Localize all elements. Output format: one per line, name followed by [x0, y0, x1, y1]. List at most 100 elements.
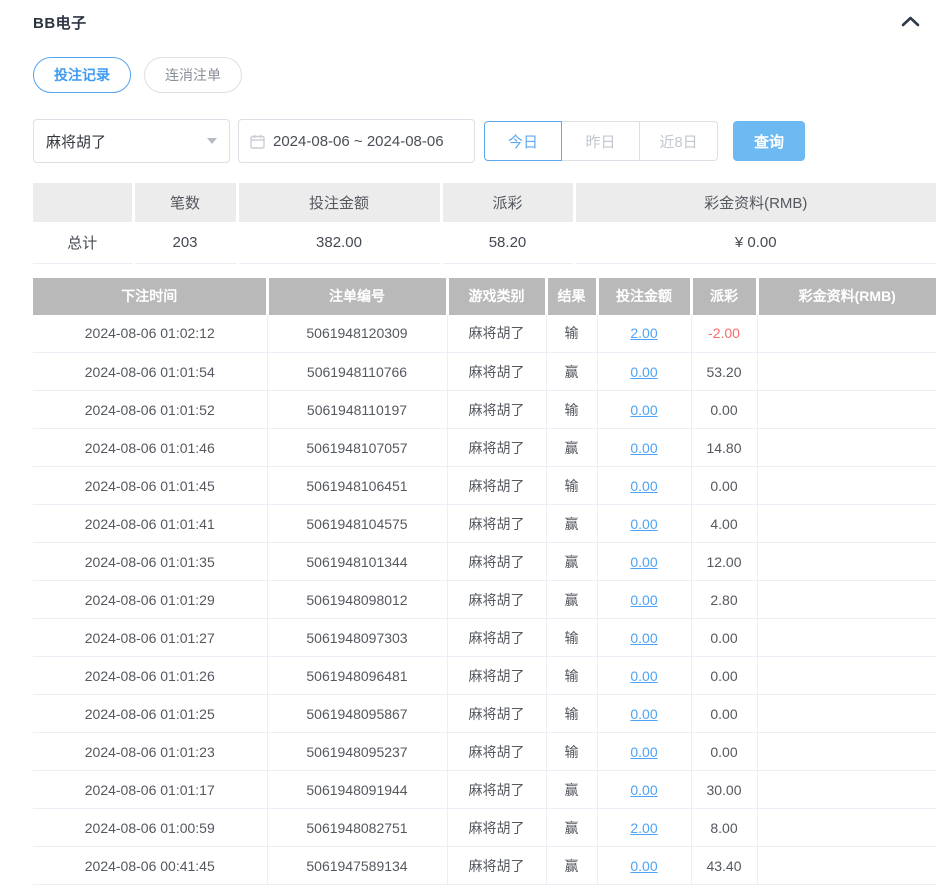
total-bet-amount: 382.00	[237, 222, 441, 263]
result-cell: 输	[546, 619, 597, 657]
table-row: 2024-08-06 01:00:595061948082751麻将胡了赢2.0…	[33, 809, 936, 847]
bb-electronic-panel: BB电子 投注记录 连消注单 麻将胡了 2024-08-06 ~ 2024-08…	[0, 0, 936, 885]
result-cell: 输	[546, 657, 597, 695]
bet-time-cell: 2024-08-06 01:01:27	[33, 619, 267, 657]
table-row: 2024-08-06 01:01:175061948091944麻将胡了赢0.0…	[33, 771, 936, 809]
bonus-cell	[757, 809, 936, 847]
game-type-cell: 麻将胡了	[447, 429, 546, 467]
header-order-no: 注单编号	[267, 278, 447, 315]
result-cell: 赢	[546, 847, 597, 885]
bonus-cell	[757, 619, 936, 657]
bet-time-cell: 2024-08-06 01:01:23	[33, 733, 267, 771]
bet-amount-link[interactable]: 0.00	[630, 440, 657, 456]
bet-amount-link[interactable]: 0.00	[630, 516, 657, 532]
summary-header-bonus: 彩金资料(RMB)	[574, 183, 936, 222]
bet-amount-cell: 0.00	[597, 467, 691, 505]
bet-amount-link[interactable]: 2.00	[630, 325, 657, 341]
records-tbody: 2024-08-06 01:02:125061948120309麻将胡了输2.0…	[33, 315, 936, 885]
game-type-cell: 麻将胡了	[447, 391, 546, 429]
bet-amount-link[interactable]: 0.00	[630, 744, 657, 760]
total-bonus: ¥ 0.00	[574, 222, 936, 263]
table-row: 2024-08-06 01:01:275061948097303麻将胡了输0.0…	[33, 619, 936, 657]
bet-amount-link[interactable]: 0.00	[630, 782, 657, 798]
order-no-cell: 5061948091944	[267, 771, 447, 809]
bonus-cell	[757, 695, 936, 733]
bet-time-cell: 2024-08-06 01:02:12	[33, 315, 267, 353]
bonus-cell	[757, 429, 936, 467]
bonus-cell	[757, 733, 936, 771]
payout-cell: 43.40	[691, 847, 757, 885]
order-no-cell: 5061948106451	[267, 467, 447, 505]
quick-date-group: 今日 昨日 近8日	[484, 121, 718, 161]
result-cell: 赢	[546, 581, 597, 619]
quick-last8days-button[interactable]: 近8日	[640, 121, 718, 161]
bet-time-cell: 2024-08-06 01:01:46	[33, 429, 267, 467]
quick-today-button[interactable]: 今日	[484, 121, 562, 161]
records-table: 下注时间 注单编号 游戏类别 结果 投注金额 派彩 彩金资料(RMB) 2024…	[33, 278, 936, 885]
bet-amount-link[interactable]: 0.00	[630, 858, 657, 874]
payout-cell: 2.80	[691, 581, 757, 619]
bet-amount-link[interactable]: 0.00	[630, 478, 657, 494]
payout-cell: 0.00	[691, 657, 757, 695]
bet-amount-cell: 0.00	[597, 657, 691, 695]
order-no-cell: 5061948110197	[267, 391, 447, 429]
table-row: 2024-08-06 01:01:265061948096481麻将胡了输0.0…	[33, 657, 936, 695]
payout-cell: -2.00	[691, 315, 757, 353]
summary-total-row: 总计 203 382.00 58.20 ¥ 0.00	[33, 222, 936, 263]
game-type-cell: 麻将胡了	[447, 695, 546, 733]
game-type-cell: 麻将胡了	[447, 847, 546, 885]
bet-amount-cell: 0.00	[597, 505, 691, 543]
payout-cell: 12.00	[691, 543, 757, 581]
game-type-cell: 麻将胡了	[447, 315, 546, 353]
tab-bar: 投注记录 连消注单	[33, 57, 936, 93]
bet-amount-cell: 2.00	[597, 315, 691, 353]
bet-amount-link[interactable]: 0.00	[630, 554, 657, 570]
bet-amount-link[interactable]: 0.00	[630, 364, 657, 380]
bet-amount-cell: 0.00	[597, 429, 691, 467]
date-range-value: 2024-08-06 ~ 2024-08-06	[273, 133, 444, 150]
payout-cell: 30.00	[691, 771, 757, 809]
game-type-cell: 麻将胡了	[447, 581, 546, 619]
bet-amount-link[interactable]: 2.00	[630, 820, 657, 836]
order-no-cell: 5061948097303	[267, 619, 447, 657]
bet-time-cell: 2024-08-06 01:00:59	[33, 809, 267, 847]
order-no-cell: 5061948110766	[267, 353, 447, 391]
bet-amount-link[interactable]: 0.00	[630, 668, 657, 684]
result-cell: 赢	[546, 353, 597, 391]
bet-amount-cell: 0.00	[597, 733, 691, 771]
bet-amount-link[interactable]: 0.00	[630, 592, 657, 608]
table-row: 2024-08-06 01:01:415061948104575麻将胡了赢0.0…	[33, 505, 936, 543]
total-payout: 58.20	[441, 222, 574, 263]
result-cell: 赢	[546, 809, 597, 847]
bet-amount-link[interactable]: 0.00	[630, 402, 657, 418]
bet-amount-cell: 0.00	[597, 353, 691, 391]
header-payout: 派彩	[691, 278, 757, 315]
bet-amount-cell: 0.00	[597, 543, 691, 581]
collapse-button[interactable]	[898, 10, 922, 32]
bonus-cell	[757, 467, 936, 505]
bonus-cell	[757, 543, 936, 581]
summary-header-count: 笔数	[133, 183, 237, 222]
order-no-cell: 5061948107057	[267, 429, 447, 467]
game-type-cell: 麻将胡了	[447, 467, 546, 505]
header-bonus: 彩金资料(RMB)	[757, 278, 936, 315]
filter-bar: 麻将胡了 2024-08-06 ~ 2024-08-06 今日 昨日 近8日 查…	[33, 119, 936, 163]
order-no-cell: 5061948082751	[267, 809, 447, 847]
result-cell: 输	[546, 695, 597, 733]
game-select[interactable]: 麻将胡了	[33, 119, 230, 163]
bet-amount-link[interactable]: 0.00	[630, 630, 657, 646]
table-row: 2024-08-06 01:01:355061948101344麻将胡了赢0.0…	[33, 543, 936, 581]
bonus-cell	[757, 581, 936, 619]
date-range-input[interactable]: 2024-08-06 ~ 2024-08-06	[238, 119, 475, 163]
bet-time-cell: 2024-08-06 01:01:35	[33, 543, 267, 581]
order-no-cell: 5061948095867	[267, 695, 447, 733]
table-row: 2024-08-06 01:01:235061948095237麻将胡了输0.0…	[33, 733, 936, 771]
bet-amount-link[interactable]: 0.00	[630, 706, 657, 722]
tab-bet-records[interactable]: 投注记录	[33, 57, 131, 93]
quick-yesterday-button[interactable]: 昨日	[562, 121, 640, 161]
game-type-cell: 麻将胡了	[447, 353, 546, 391]
total-count: 203	[133, 222, 237, 263]
tab-cancelled-orders[interactable]: 连消注单	[144, 57, 242, 93]
result-cell: 输	[546, 733, 597, 771]
search-button[interactable]: 查询	[733, 121, 805, 161]
